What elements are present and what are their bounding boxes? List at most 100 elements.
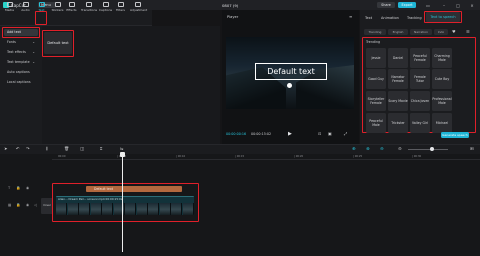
zoom-out-icon[interactable]: ⊝ xyxy=(398,146,402,151)
playhead[interactable] xyxy=(122,152,123,252)
voice-card[interactable]: Female Tutor xyxy=(410,69,430,89)
tab-animation[interactable]: Animation xyxy=(381,16,399,20)
generate-speech-button[interactable]: Generate speech xyxy=(441,132,469,138)
voice-card[interactable]: Valley Girl xyxy=(410,113,430,133)
overlay-text-box[interactable]: Default text xyxy=(255,63,327,80)
tool-stickers[interactable]: Stickers xyxy=(50,1,65,15)
filters-icon xyxy=(117,2,124,7)
tab-tracking[interactable]: Tracking xyxy=(407,16,422,20)
default-text-card[interactable]: Default text xyxy=(44,32,72,54)
sidebar-item-text-template[interactable]: Text template ⌄ xyxy=(4,59,38,66)
eye-icon[interactable]: ◉ xyxy=(26,186,29,190)
text-track-icon: T xyxy=(8,186,11,190)
ruler-label: | 00:20 xyxy=(294,154,304,158)
maximize-icon[interactable]: □ xyxy=(454,2,462,9)
subtab-trending[interactable]: Trending xyxy=(364,29,386,35)
split-icon[interactable]: ⫼ xyxy=(46,146,48,151)
zoom-slider[interactable] xyxy=(408,148,448,150)
tool-filters[interactable]: Filters xyxy=(113,1,128,15)
voice-card[interactable]: Trickster xyxy=(388,113,408,133)
voice-card[interactable]: Peaceful Male xyxy=(366,113,386,133)
chevron-down-icon: ⌄ xyxy=(32,60,35,64)
sidebar-item-fonts[interactable]: Fonts ⌄ xyxy=(4,39,38,46)
fit-icon[interactable]: ⊡ xyxy=(318,131,321,136)
ruler-label: 00:00 xyxy=(58,154,66,158)
close-icon[interactable]: × xyxy=(468,2,476,9)
ratio-icon[interactable]: ▣ xyxy=(328,131,332,136)
current-time: 00:00:00:16 xyxy=(226,132,247,136)
fullscreen-icon[interactable]: ⤢ xyxy=(344,131,347,136)
subtab-indo[interactable]: Indo xyxy=(434,29,448,35)
audio-icon xyxy=(22,2,29,7)
ruler-label: | 00:15 xyxy=(235,154,245,158)
player-title: Player xyxy=(227,15,239,19)
total-time: 00:00:15:02 xyxy=(251,132,272,136)
adjustment-icon xyxy=(134,2,141,7)
tab-text-to-speech[interactable]: Text to speech xyxy=(426,12,460,22)
delete-icon[interactable]: 🗑 xyxy=(64,146,69,152)
voice-card[interactable]: Jessie xyxy=(366,48,386,68)
ruler-label: | 00:10 xyxy=(176,154,186,158)
sidebar-item-auto-captions[interactable]: Auto captions xyxy=(4,69,38,76)
tool-effects[interactable]: Effects xyxy=(64,1,79,15)
export-button[interactable]: Export xyxy=(398,2,416,8)
voice-card[interactable]: Scary Movie xyxy=(388,91,408,111)
preview-axis-icon[interactable]: ⊖ xyxy=(380,146,384,151)
mirror-icon[interactable]: ⇋ xyxy=(120,146,124,151)
voice-card[interactable]: Charming Male xyxy=(432,48,452,68)
playhead-handle[interactable] xyxy=(120,152,125,157)
lock-icon[interactable]: 🔒 xyxy=(16,186,20,190)
crop-icon[interactable]: ⌗ xyxy=(100,146,102,151)
tool-transitions[interactable]: Transitions xyxy=(81,1,97,15)
cover-button[interactable]: Cover xyxy=(41,198,53,214)
tool-captions[interactable]: Captions xyxy=(98,1,113,15)
select-cursor-icon[interactable]: ➤ xyxy=(4,146,8,151)
sidebar-item-text-effects[interactable]: Text effects ⌄ xyxy=(4,49,38,56)
project-title: 0807 (9) xyxy=(222,2,239,8)
tool-audio[interactable]: Audio xyxy=(18,1,33,15)
media-icon xyxy=(6,2,13,7)
tool-text[interactable]: Text xyxy=(34,1,49,15)
text-icon xyxy=(38,2,45,7)
zoom-slider-handle[interactable] xyxy=(430,147,434,151)
voice-card[interactable]: Peaceful Female xyxy=(410,48,430,68)
voice-card[interactable]: Michael xyxy=(432,113,452,133)
minimize-icon[interactable]: – xyxy=(440,2,448,9)
video-clip[interactable]: Alien... Dream Pair... screenr.mp4 00:00… xyxy=(56,196,194,215)
video-track-icon: ▦ xyxy=(8,203,12,207)
voice-card[interactable]: Narrator Female xyxy=(388,69,408,89)
magnet-icon[interactable]: ⊕ xyxy=(352,146,356,151)
share-button[interactable]: Share xyxy=(377,2,395,8)
voice-card[interactable]: Storyteller Female xyxy=(366,91,386,111)
voice-card[interactable]: Cute Boy xyxy=(432,69,452,89)
eye-icon[interactable]: ◉ xyxy=(26,203,29,207)
chevron-down-icon: ⌄ xyxy=(32,50,35,54)
audio-mute-icon[interactable]: ◁ xyxy=(34,203,37,207)
voice-card[interactable]: Chica Joven xyxy=(410,91,430,111)
play-icon[interactable]: ▶ xyxy=(288,131,292,137)
sidebar-item-add-text[interactable]: Add text xyxy=(4,29,38,36)
sidebar-item-local-captions[interactable]: Local captions xyxy=(4,79,38,86)
more-icon[interactable]: ≡ xyxy=(349,14,352,19)
sticker-icon xyxy=(54,2,61,7)
redo-icon[interactable]: ↷ xyxy=(26,146,30,151)
voice-card[interactable]: Professional Male xyxy=(432,91,452,111)
voice-card[interactable]: Daniel xyxy=(388,48,408,68)
freeze-icon[interactable]: ◫ xyxy=(80,146,84,151)
voice-card[interactable]: Good Guy xyxy=(366,69,386,89)
text-clip[interactable]: Default text xyxy=(86,186,182,192)
tool-media[interactable]: Media xyxy=(2,1,17,15)
lock-icon[interactable]: 🔒 xyxy=(16,203,20,207)
tab-text[interactable]: Text xyxy=(365,16,372,20)
tool-adjustment[interactable]: Adjustment xyxy=(130,1,147,15)
zoom-to-fit-icon[interactable]: ⊞ xyxy=(470,146,474,151)
captions-icon xyxy=(102,2,109,7)
undo-icon[interactable]: ↶ xyxy=(16,146,20,151)
favorite-icon[interactable]: ♥ xyxy=(452,29,456,34)
link-icon[interactable]: ⊗ xyxy=(366,146,370,151)
subtab-english[interactable]: English xyxy=(388,29,408,35)
subtab-narration[interactable]: Narration xyxy=(410,29,432,35)
rotate-handle-icon[interactable] xyxy=(287,83,292,88)
filter-icon[interactable]: ☰ xyxy=(466,29,470,34)
layout-icon[interactable]: ▭ xyxy=(424,2,432,9)
